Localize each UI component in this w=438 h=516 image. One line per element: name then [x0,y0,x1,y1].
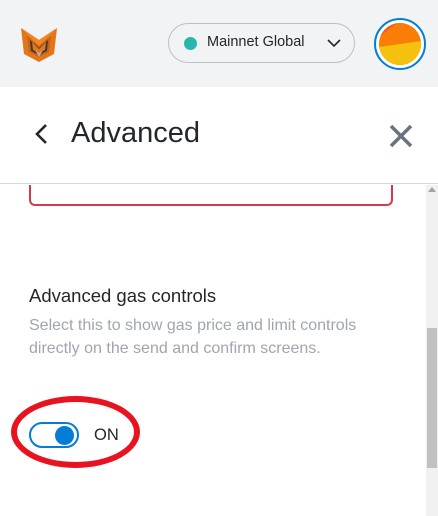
account-avatar[interactable] [374,18,426,70]
error-input-box[interactable] [29,185,393,206]
chevron-left-icon[interactable] [32,123,52,145]
network-name: Mainnet Global [207,34,305,50]
settings-content: Advanced gas controls Select this to sho… [0,185,426,516]
settings-header: Advanced [0,87,438,184]
scroll-up-arrow-icon[interactable] [428,187,436,192]
scrollbar-thumb[interactable] [427,328,437,468]
network-selector[interactable]: Mainnet Global [168,23,355,63]
network-status-dot [184,37,197,50]
gas-controls-title: Advanced gas controls [29,285,217,306]
annotation-highlight-circle [11,396,140,468]
page-title: Advanced [71,117,200,149]
scrollbar[interactable] [426,185,438,516]
chevron-down-icon [327,39,341,48]
close-icon[interactable] [388,123,414,149]
app-header: Mainnet Global [0,0,438,87]
metamask-logo-icon[interactable] [18,24,60,64]
account-identicon-icon [379,23,421,65]
gas-controls-description: Select this to show gas price and limit … [29,317,357,357]
